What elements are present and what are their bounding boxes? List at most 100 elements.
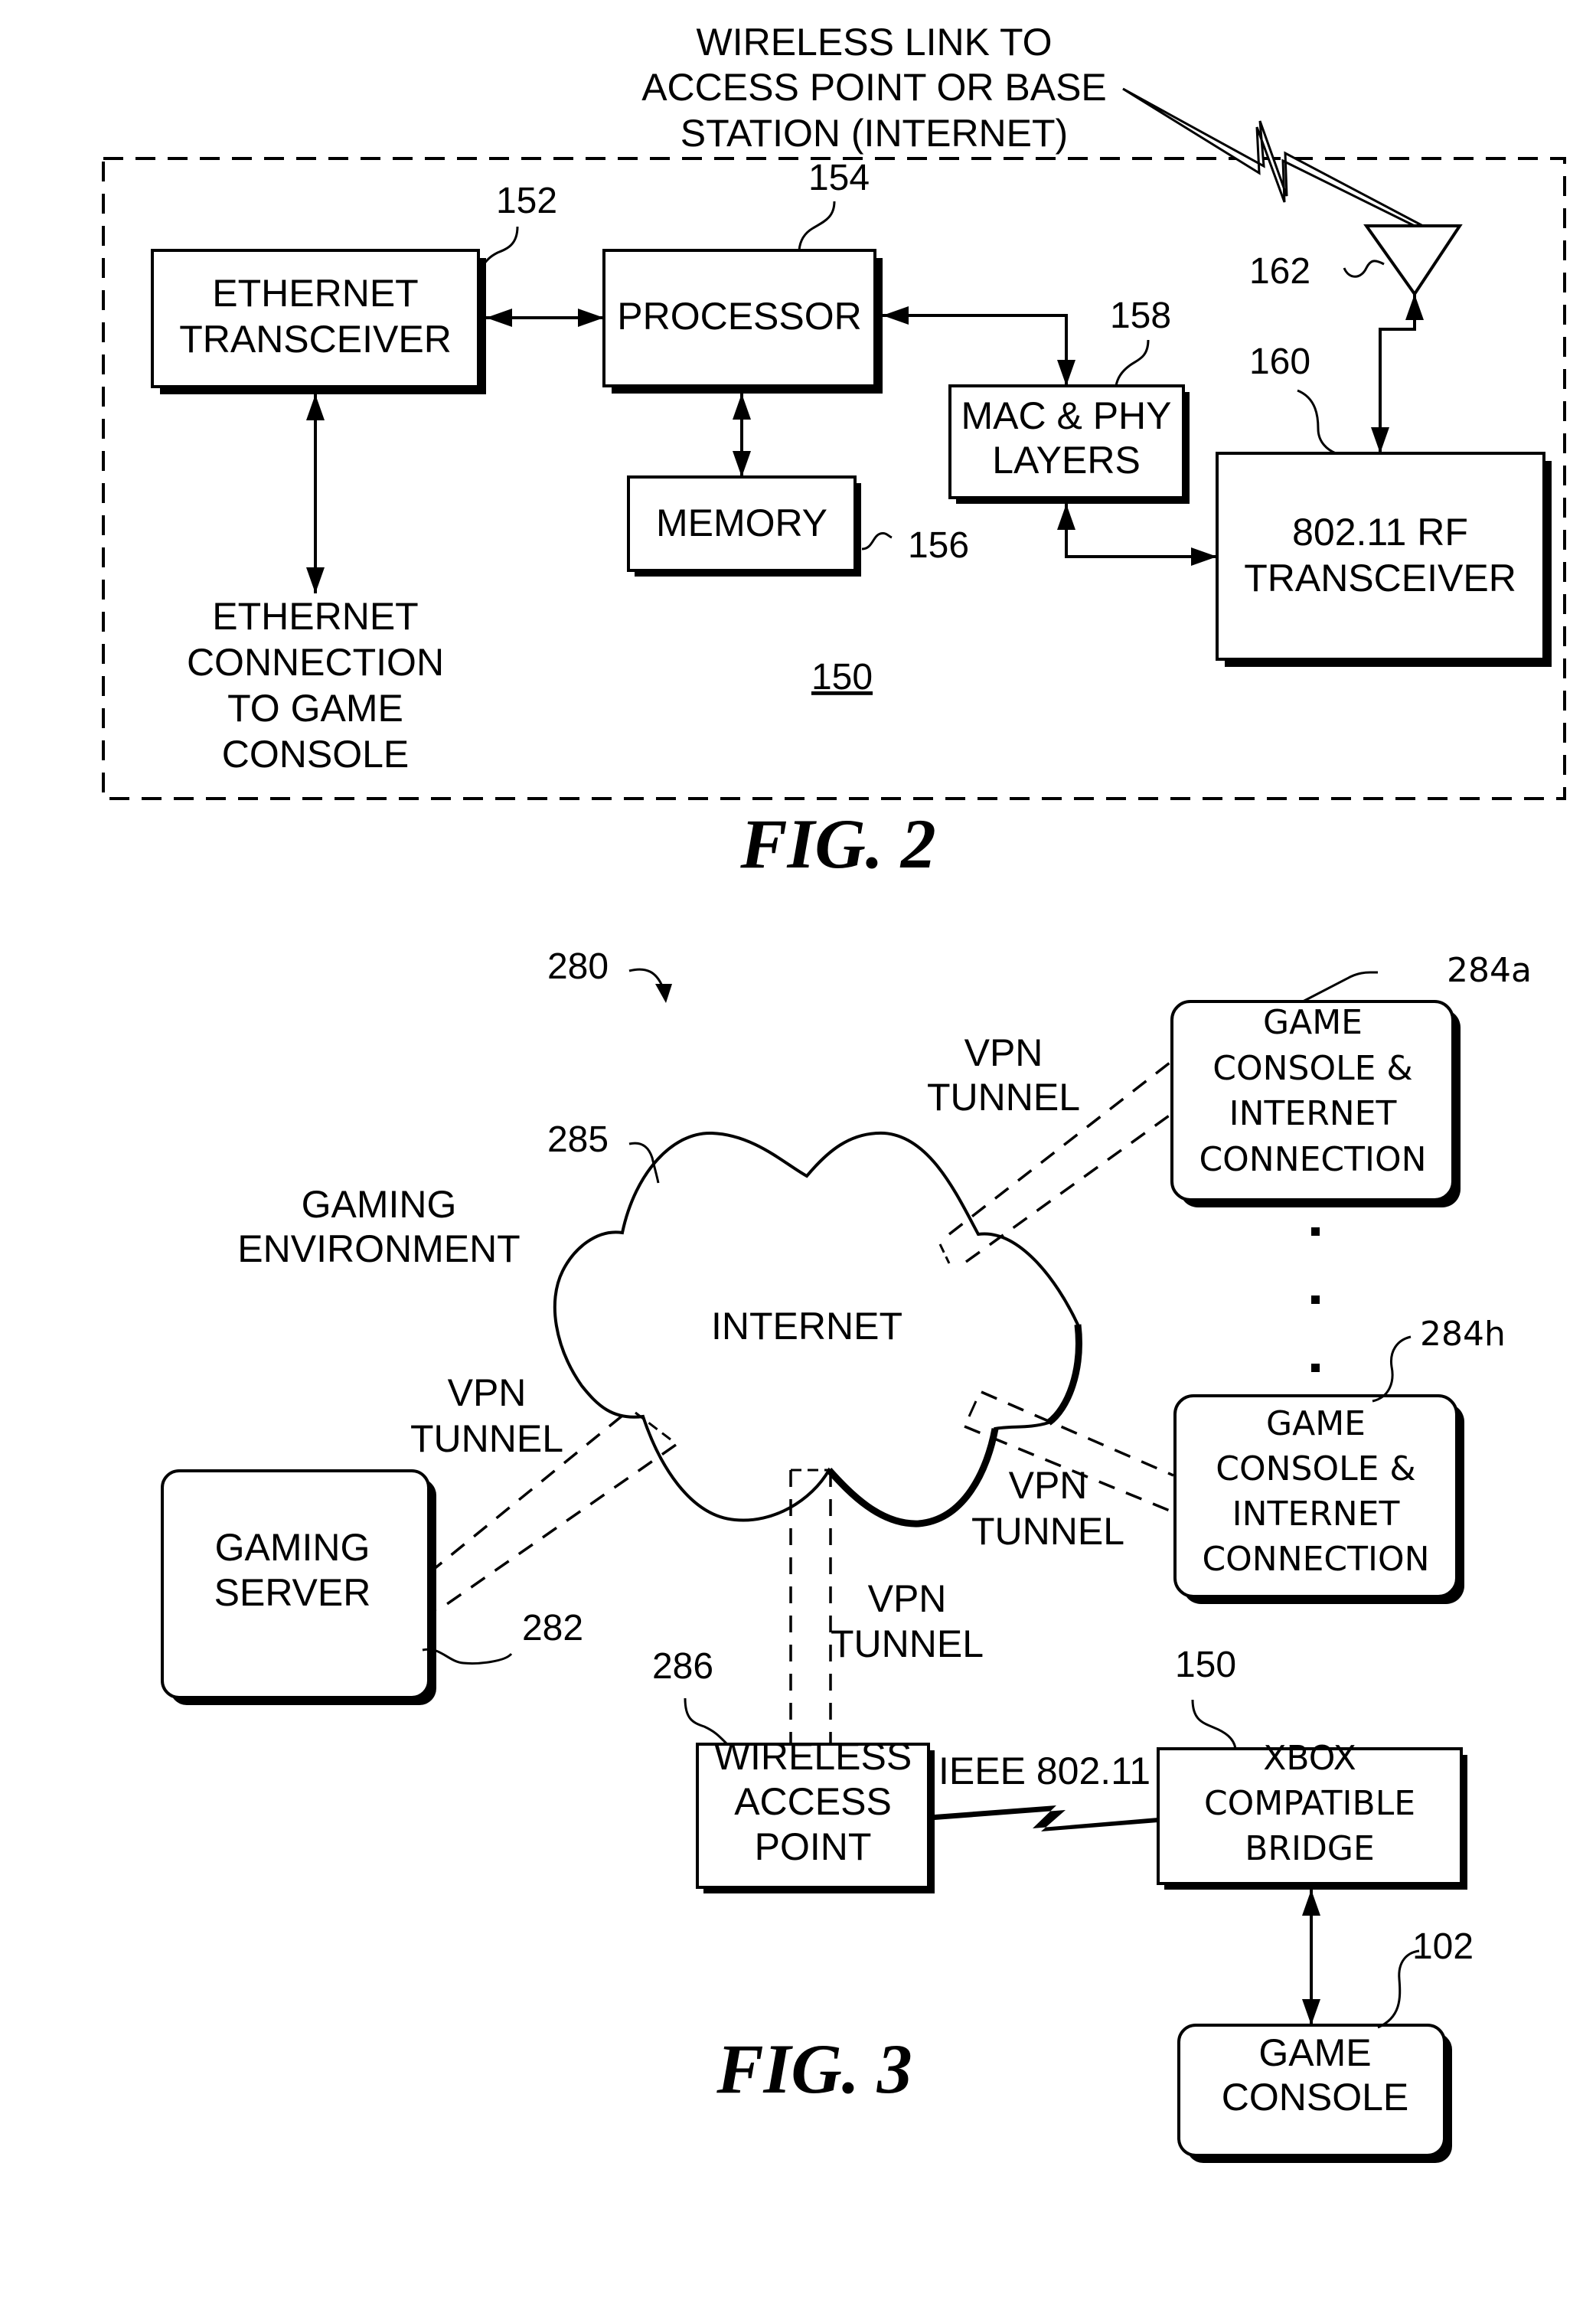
gaming-server-line-2: SERVER: [214, 1571, 371, 1614]
ref-152: 152: [496, 181, 557, 221]
leader-154: [798, 201, 836, 251]
ref-162: 162: [1249, 251, 1310, 292]
console-h-line-1: GAME: [1266, 1404, 1366, 1443]
mac-phy-block: MAC & PHY LAYERS: [948, 384, 1190, 504]
game-console-284a-block: GAME CONSOLE & INTERNET CONNECTION: [1170, 1000, 1461, 1207]
arrowhead-to-ethernet: [486, 309, 512, 327]
vpn-label-left-line-2: TUNNEL: [410, 1417, 563, 1460]
leader-284h: [1372, 1335, 1412, 1403]
vpn-label-right-line-1: VPN: [1009, 1464, 1088, 1507]
bridge-line-3: BRIDGE: [1245, 1829, 1375, 1868]
ethernet-transceiver-line-1: ETHERNET: [212, 272, 418, 315]
arrowhead-to-rf: [1191, 547, 1217, 566]
arrowhead-to-processor-from-mac: [883, 306, 909, 325]
ethernet-connection-line-3: TO GAME: [227, 687, 403, 730]
ref-154: 154: [808, 158, 870, 198]
wireless-access-point-block: WIRELESS ACCESS POINT: [696, 1735, 935, 1893]
leader-156: [861, 532, 893, 551]
leader-162: [1343, 260, 1385, 278]
fig2: WIRELESS LINK TO ACCESS POINT OR BASE ST…: [102, 21, 1566, 883]
rf-transceiver-line-1: 802.11 RF: [1292, 511, 1468, 554]
ref-280: 280: [547, 946, 609, 987]
rf-transceiver-line-2: TRANSCEIVER: [1244, 557, 1516, 600]
game-console-102-block: GAME CONSOLE: [1177, 2024, 1452, 2163]
console-a-line-2: CONSOLE &: [1213, 1049, 1412, 1088]
game-console-line-1: GAME: [1258, 2031, 1371, 2074]
arrowhead-to-antenna: [1405, 294, 1424, 320]
console-h-line-4: CONNECTION: [1202, 1540, 1429, 1579]
leader-286: [684, 1697, 729, 1746]
ethernet-connection-label: ETHERNET CONNECTION TO GAME CONSOLE: [187, 595, 444, 776]
gaming-server-block: GAMING SERVER: [161, 1469, 436, 1705]
ethernet-transceiver-line-2: TRANSCEIVER: [179, 318, 452, 361]
access-point-line-1: WIRELESS: [714, 1735, 912, 1778]
xbox-bridge-block: XBOX COMPATIBLE BRIDGE: [1157, 1739, 1467, 1890]
console-a-line-4: CONNECTION: [1199, 1140, 1426, 1179]
vpn-label-left-line-1: VPN: [448, 1371, 527, 1414]
ethernet-connection-line-2: CONNECTION: [187, 641, 444, 684]
arrowhead-to-memory: [733, 451, 751, 477]
ethernet-transceiver-block: ETHERNET TRANSCEIVER: [151, 249, 486, 394]
mac-phy-line-2: LAYERS: [992, 439, 1141, 482]
ref-284a: 284a: [1447, 951, 1532, 990]
arrowhead-to-mac-from-rf: [1057, 504, 1075, 530]
ref-160: 160: [1249, 341, 1310, 382]
arrowhead-to-ethernet-connection: [306, 567, 325, 593]
arrowhead-to-game-console: [1302, 1999, 1320, 2025]
diagram-canvas: WIRELESS LINK TO ACCESS POINT OR BASE ST…: [102, 21, 1566, 2163]
vpn-label-right: VPN TUNNEL: [971, 1464, 1124, 1553]
vpn-label-top: VPN TUNNEL: [927, 1031, 1080, 1119]
vpn-label-top-line-2: TUNNEL: [927, 1076, 1080, 1119]
fig2-wireless-link-label: WIRELESS LINK TO ACCESS POINT OR BASE ST…: [641, 21, 1107, 155]
arrowhead-to-bridge: [1302, 1890, 1320, 1916]
gaming-environment-line-1: GAMING: [302, 1183, 457, 1226]
fig3-connectors: [1302, 1890, 1320, 2025]
leader-160: [1297, 389, 1337, 455]
ref-280-arrowhead: [655, 984, 672, 1003]
vpn-label-top-line-1: VPN: [964, 1031, 1043, 1074]
memory-block: MEMORY: [627, 475, 861, 577]
wireless-link-line-1: WIRELESS LINK TO: [697, 21, 1053, 64]
leader-150: [1191, 1699, 1237, 1750]
vpn-tunnel-access-point: [789, 1469, 832, 1744]
ref-282: 282: [522, 1608, 583, 1648]
processor-mac-link: [883, 314, 1068, 386]
ref-150-device: 150: [811, 657, 873, 698]
mac-phy-line-1: MAC & PHY: [961, 394, 1171, 437]
ref-150-bridge: 150: [1175, 1645, 1236, 1685]
processor-block: PROCESSOR: [602, 249, 883, 394]
ref-286: 286: [652, 1646, 713, 1687]
console-h-line-2: CONSOLE &: [1216, 1449, 1415, 1488]
internet-label: INTERNET: [711, 1305, 902, 1348]
arrowhead-to-processor: [578, 309, 604, 327]
vpn-label-bottom-line-2: TUNNEL: [831, 1622, 984, 1665]
arrowhead-to-ethernet-transceiver: [306, 394, 325, 420]
game-console-284h-block: GAME CONSOLE & INTERNET CONNECTION: [1173, 1394, 1464, 1604]
processor-label: PROCESSOR: [617, 295, 862, 338]
console-h-line-3: INTERNET: [1232, 1495, 1400, 1534]
game-console-line-2: CONSOLE: [1222, 2076, 1409, 2119]
vpn-label-bottom-line-1: VPN: [868, 1577, 947, 1620]
leader-152: [482, 226, 519, 265]
arrowhead-to-rf-from-antenna: [1371, 427, 1389, 453]
vpn-label-left: VPN TUNNEL: [410, 1371, 563, 1460]
console-a-line-1: GAME: [1263, 1003, 1363, 1042]
ellipsis-dot-3: [1311, 1364, 1320, 1372]
arrowhead-to-mac: [1057, 360, 1075, 386]
ellipsis-dot-2: [1311, 1295, 1320, 1304]
patent-drawing-sheet: WIRELESS LINK TO ACCESS POINT OR BASE ST…: [0, 0, 1596, 2323]
ref-158: 158: [1110, 296, 1171, 336]
ref-284h: 284h: [1420, 1315, 1506, 1354]
access-point-line-3: POINT: [755, 1825, 872, 1868]
bridge-line-2: COMPATIBLE: [1204, 1784, 1415, 1823]
ellipsis-dot-1: [1311, 1227, 1320, 1236]
bridge-line-1: XBOX: [1263, 1739, 1356, 1778]
rf-transceiver-block: 802.11 RF TRANSCEIVER: [1216, 452, 1552, 667]
ref-102: 102: [1412, 1926, 1474, 1967]
antenna-icon: [1363, 224, 1463, 297]
wireless-link-line-2: ACCESS POINT OR BASE: [641, 66, 1107, 109]
fig2-caption: FIG. 2: [739, 805, 936, 883]
fig3: 280 GAMING ENVIRONMENT INTERNET 285 VPN …: [161, 946, 1532, 2163]
vpn-label-bottom: VPN TUNNEL: [831, 1577, 984, 1665]
memory-label: MEMORY: [656, 502, 827, 544]
